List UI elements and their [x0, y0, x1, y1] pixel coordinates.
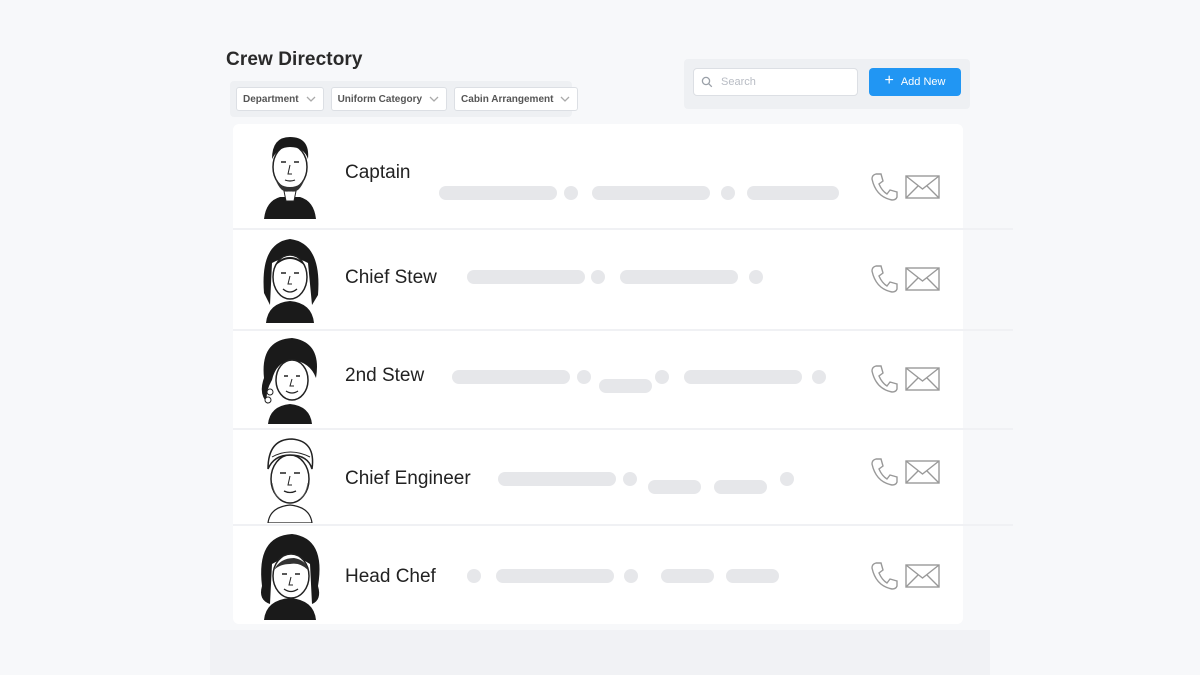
background-panel: [210, 630, 990, 675]
add-new-button[interactable]: + Add New: [869, 68, 961, 96]
mail-icon[interactable]: [905, 563, 941, 589]
filter-label: Department: [243, 93, 299, 105]
crew-row-chief-engineer[interactable]: Chief Engineer: [233, 428, 1013, 527]
crew-role: Captain: [345, 162, 411, 183]
placeholder-bar: [439, 186, 557, 200]
placeholder-dot: [655, 370, 669, 384]
department-filter[interactable]: Department: [236, 87, 324, 111]
filter-bar: Department Uniform Category Cabin Arrang…: [230, 81, 579, 117]
placeholder-bar: [747, 186, 839, 200]
cabin-arrangement-filter[interactable]: Cabin Arrangement: [454, 87, 579, 111]
head-chef-avatar: [261, 534, 320, 620]
placeholder-dot: [564, 186, 578, 200]
placeholder-bar: [648, 480, 701, 494]
second-stew-avatar: [261, 338, 317, 424]
filter-label: Uniform Category: [337, 93, 423, 105]
page-title: Crew Directory: [226, 49, 363, 70]
filter-label: Cabin Arrangement: [461, 93, 554, 105]
crew-row-head-chef[interactable]: Head Chef: [233, 524, 1013, 623]
chief-stew-avatar: [263, 239, 319, 323]
captain-avatar: [264, 137, 316, 219]
plus-icon: +: [884, 72, 894, 89]
search-box[interactable]: [693, 68, 858, 96]
crew-row-chief-stew[interactable]: Chief Stew: [233, 228, 1013, 327]
crew-role: Head Chef: [345, 566, 436, 587]
placeholder-bar: [592, 186, 710, 200]
placeholder-dot: [780, 472, 794, 486]
placeholder-bar: [714, 480, 767, 494]
placeholder-bar: [661, 569, 714, 583]
chief-engineer-avatar: [267, 438, 314, 523]
mail-icon[interactable]: [905, 174, 941, 200]
phone-icon[interactable]: [870, 171, 898, 201]
placeholder-dot: [577, 370, 591, 384]
chevron-down-icon: [429, 96, 439, 102]
placeholder-dot: [591, 270, 605, 284]
mail-icon[interactable]: [905, 459, 941, 485]
placeholder-bar: [452, 370, 570, 384]
chevron-down-icon: [306, 96, 316, 102]
crew-role: Chief Engineer: [345, 468, 471, 489]
add-new-label: Add New: [900, 76, 946, 88]
placeholder-dot: [749, 270, 763, 284]
phone-icon[interactable]: [870, 363, 898, 393]
mail-icon[interactable]: [905, 266, 941, 292]
placeholder-bar: [620, 270, 738, 284]
chevron-down-icon: [560, 96, 570, 102]
search-input[interactable]: [721, 76, 841, 88]
placeholder-bar: [498, 472, 616, 486]
phone-icon[interactable]: [870, 263, 898, 293]
placeholder-bar: [599, 379, 652, 393]
mail-icon[interactable]: [905, 366, 941, 392]
placeholder-bar: [496, 569, 614, 583]
placeholder-bar: [726, 569, 779, 583]
search-icon: [701, 76, 713, 88]
placeholder-dot: [467, 569, 481, 583]
phone-icon[interactable]: [870, 456, 898, 486]
placeholder-bar: [467, 270, 585, 284]
crew-row-second-stew[interactable]: 2nd Stew: [233, 329, 1013, 428]
placeholder-dot: [812, 370, 826, 384]
phone-icon[interactable]: [870, 560, 898, 590]
crew-role: 2nd Stew: [345, 365, 425, 386]
crew-row-captain[interactable]: Captain: [233, 126, 963, 225]
uniform-category-filter[interactable]: Uniform Category: [330, 87, 448, 111]
placeholder-dot: [623, 472, 637, 486]
placeholder-dot: [721, 186, 735, 200]
placeholder-dot: [624, 569, 638, 583]
crew-role: Chief Stew: [345, 267, 437, 288]
placeholder-bar: [684, 370, 802, 384]
